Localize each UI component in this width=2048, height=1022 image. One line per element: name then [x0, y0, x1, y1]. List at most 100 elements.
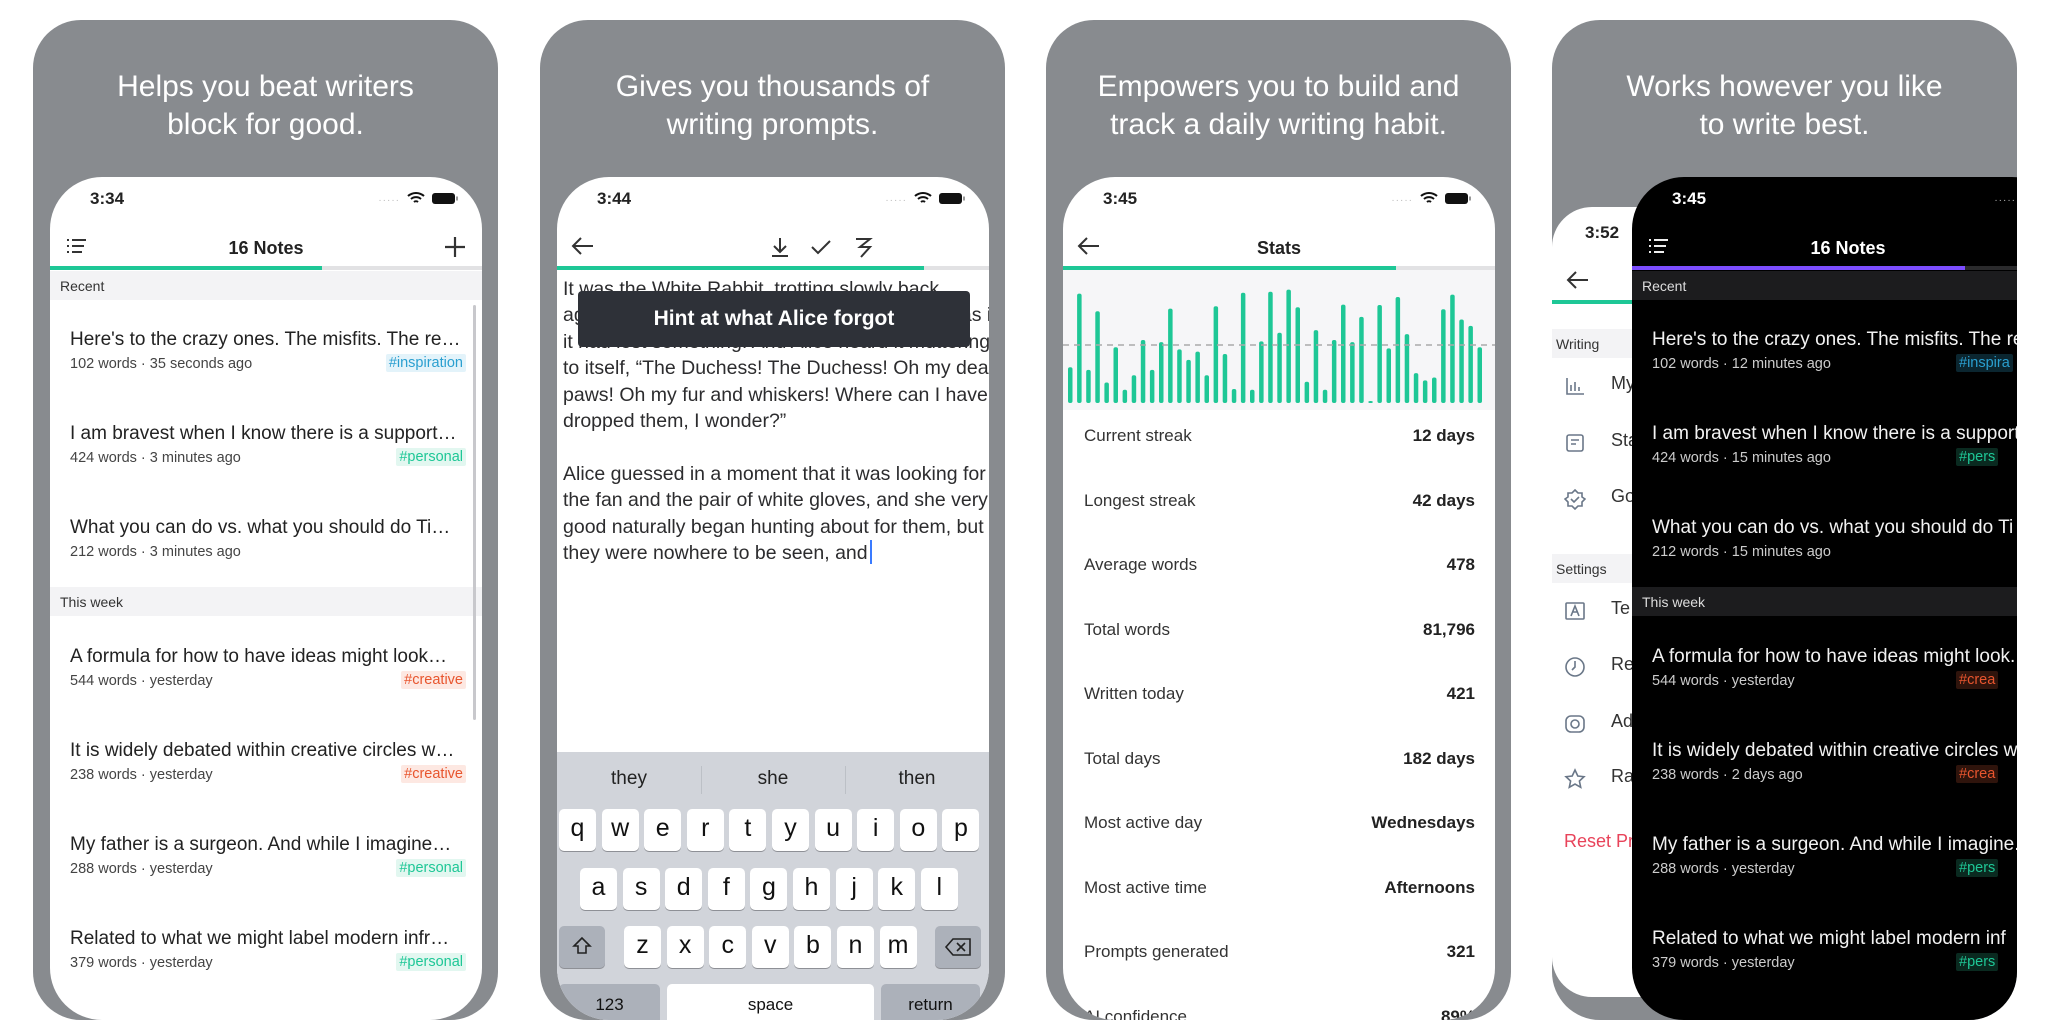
chart-bar [1195, 351, 1200, 403]
note-meta: 102 words · 35 seconds ago [70, 356, 253, 372]
note-list-item[interactable]: A formula for how to have ideas might lo… [1632, 617, 2017, 711]
key-z[interactable]: z [624, 926, 661, 968]
download-icon[interactable] [769, 236, 791, 263]
space-key[interactable]: space [667, 984, 874, 1020]
note-list-item[interactable]: What you can do vs. what you should do T… [1632, 488, 2017, 582]
tag-badge[interactable]: #creative [401, 765, 466, 783]
key-o[interactable]: o [899, 809, 937, 851]
stat-row: Most active time Afternoons [1084, 873, 1475, 903]
chart-bar [1422, 380, 1428, 403]
stat-value: 321 [1446, 942, 1475, 961]
note-list-item[interactable]: Here's to the crazy ones. The misfits. T… [50, 300, 482, 394]
settings-item[interactable]: Ra [1611, 766, 1634, 787]
chart-bar [1377, 304, 1382, 403]
key-u[interactable]: u [814, 809, 852, 851]
stat-row: Current streak 12 days [1084, 421, 1475, 451]
tag-badge[interactable]: #personal [396, 859, 466, 877]
gear-badge-icon [1564, 713, 1586, 735]
key-w[interactable]: w [601, 809, 639, 851]
note-meta: 379 words · yesterday [1652, 955, 1795, 971]
note-meta: 288 words · yesterday [1652, 861, 1795, 877]
wifi-icon [914, 191, 932, 210]
note-list-item[interactable]: My father is a surgeon. And while I imag… [1632, 805, 2017, 899]
key-g[interactable]: g [750, 868, 788, 910]
divider [845, 766, 846, 794]
note-list-item[interactable]: Here's to the crazy ones. The misfits. T… [1632, 300, 2017, 394]
reset-button[interactable]: Reset Pr [1564, 831, 1634, 852]
note-meta: 424 words · 15 minutes ago [1652, 450, 1831, 466]
chart-bar [1204, 375, 1209, 403]
note-list-item[interactable]: It is widely debated within creative cir… [50, 711, 482, 805]
settings-item[interactable]: Re [1611, 654, 1634, 675]
settings-item[interactable]: Ad [1611, 711, 1633, 732]
note-list-item[interactable]: A formula for how to have ideas might lo… [50, 617, 482, 711]
key-a[interactable]: a [580, 868, 617, 910]
note-list-item[interactable]: I am bravest when I know there is a supp… [50, 394, 482, 488]
clock-icon [1564, 656, 1586, 678]
key-e[interactable]: e [644, 809, 682, 851]
chart-bar [1350, 342, 1355, 403]
tag-badge[interactable]: #inspiration [385, 354, 466, 372]
key-p[interactable]: p [942, 809, 980, 851]
editor-line: dropped them, I wonder?” [563, 408, 786, 434]
tag-badge[interactable]: #pers [1956, 859, 1999, 877]
key-h[interactable]: h [793, 868, 830, 910]
key-t[interactable]: t [729, 809, 767, 851]
delete-key[interactable] [935, 926, 981, 968]
key-d[interactable]: d [665, 868, 703, 910]
key-f[interactable]: f [707, 868, 745, 910]
suggestion-then[interactable]: then [845, 768, 989, 790]
tag-badge[interactable]: #personal [396, 953, 466, 971]
tag-badge[interactable]: #pers [1956, 953, 1999, 971]
note-meta: 238 words · yesterday [70, 767, 213, 783]
note-list-item[interactable]: Related to what we might label modern in… [1632, 899, 2017, 993]
suggestion-she[interactable]: she [701, 768, 845, 790]
note-list-item[interactable]: What you can do vs. what you should do T… [50, 488, 482, 582]
tag-badge[interactable]: #inspira [1956, 354, 2013, 372]
note-list-item[interactable]: It is widely debated within creative cir… [1632, 711, 2017, 805]
settings-item[interactable]: Te [1611, 598, 1630, 619]
prompt-lightning-icon[interactable] [853, 236, 873, 265]
return-key[interactable]: return [881, 984, 980, 1020]
suggestion-they[interactable]: they [557, 768, 701, 790]
key-x[interactable]: x [666, 926, 704, 968]
key-j[interactable]: j [835, 868, 873, 910]
key-s[interactable]: s [622, 868, 660, 910]
note-meta: 379 words · yesterday [70, 955, 213, 971]
key-i[interactable]: i [857, 809, 895, 851]
shift-key[interactable] [559, 926, 605, 968]
editor-line: paws! Oh my fur and whiskers! Where can … [563, 382, 988, 408]
add-note-icon[interactable] [444, 236, 466, 263]
note-list-item[interactable]: I am bravest when I know there is a supp… [1632, 394, 2017, 488]
back-arrow-icon[interactable] [571, 236, 595, 261]
scrollbar[interactable] [473, 305, 476, 720]
key-m[interactable]: m [879, 926, 917, 968]
tag-badge[interactable]: #pers [1956, 448, 1999, 466]
note-list-item[interactable]: Related to what we might label modern in… [50, 899, 482, 993]
chart-bar [1286, 289, 1291, 403]
tag-badge[interactable]: #crea [1956, 765, 1999, 783]
key-v[interactable]: v [751, 926, 789, 968]
status-time: 3:44 [597, 189, 632, 208]
tag-badge[interactable]: #crea [1956, 671, 1999, 689]
key-l[interactable]: l [920, 868, 958, 910]
tag-badge[interactable]: #creative [401, 671, 466, 689]
stat-row: Total words 81,796 [1084, 615, 1475, 645]
chart-bar [1250, 389, 1255, 403]
tag-badge[interactable]: #personal [396, 448, 466, 466]
key-y[interactable]: y [772, 809, 809, 851]
key-b[interactable]: b [794, 926, 832, 968]
back-arrow-icon[interactable] [1566, 270, 1590, 295]
key-r[interactable]: r [686, 809, 724, 851]
key-q[interactable]: q [559, 809, 596, 851]
numbers-key[interactable]: 123 [559, 984, 660, 1020]
note-list-item[interactable]: My father is a surgeon. And while I imag… [50, 805, 482, 899]
key-k[interactable]: k [878, 868, 916, 910]
chart-bar [1313, 330, 1319, 403]
checkmark-icon[interactable] [809, 236, 833, 263]
key-n[interactable]: n [837, 926, 874, 968]
document-icon [1564, 432, 1586, 454]
key-c[interactable]: c [709, 926, 747, 968]
headline: Empowers you to build and track a daily w… [1097, 70, 1460, 141]
note-title: I am bravest when I know there is a supp… [70, 423, 457, 444]
